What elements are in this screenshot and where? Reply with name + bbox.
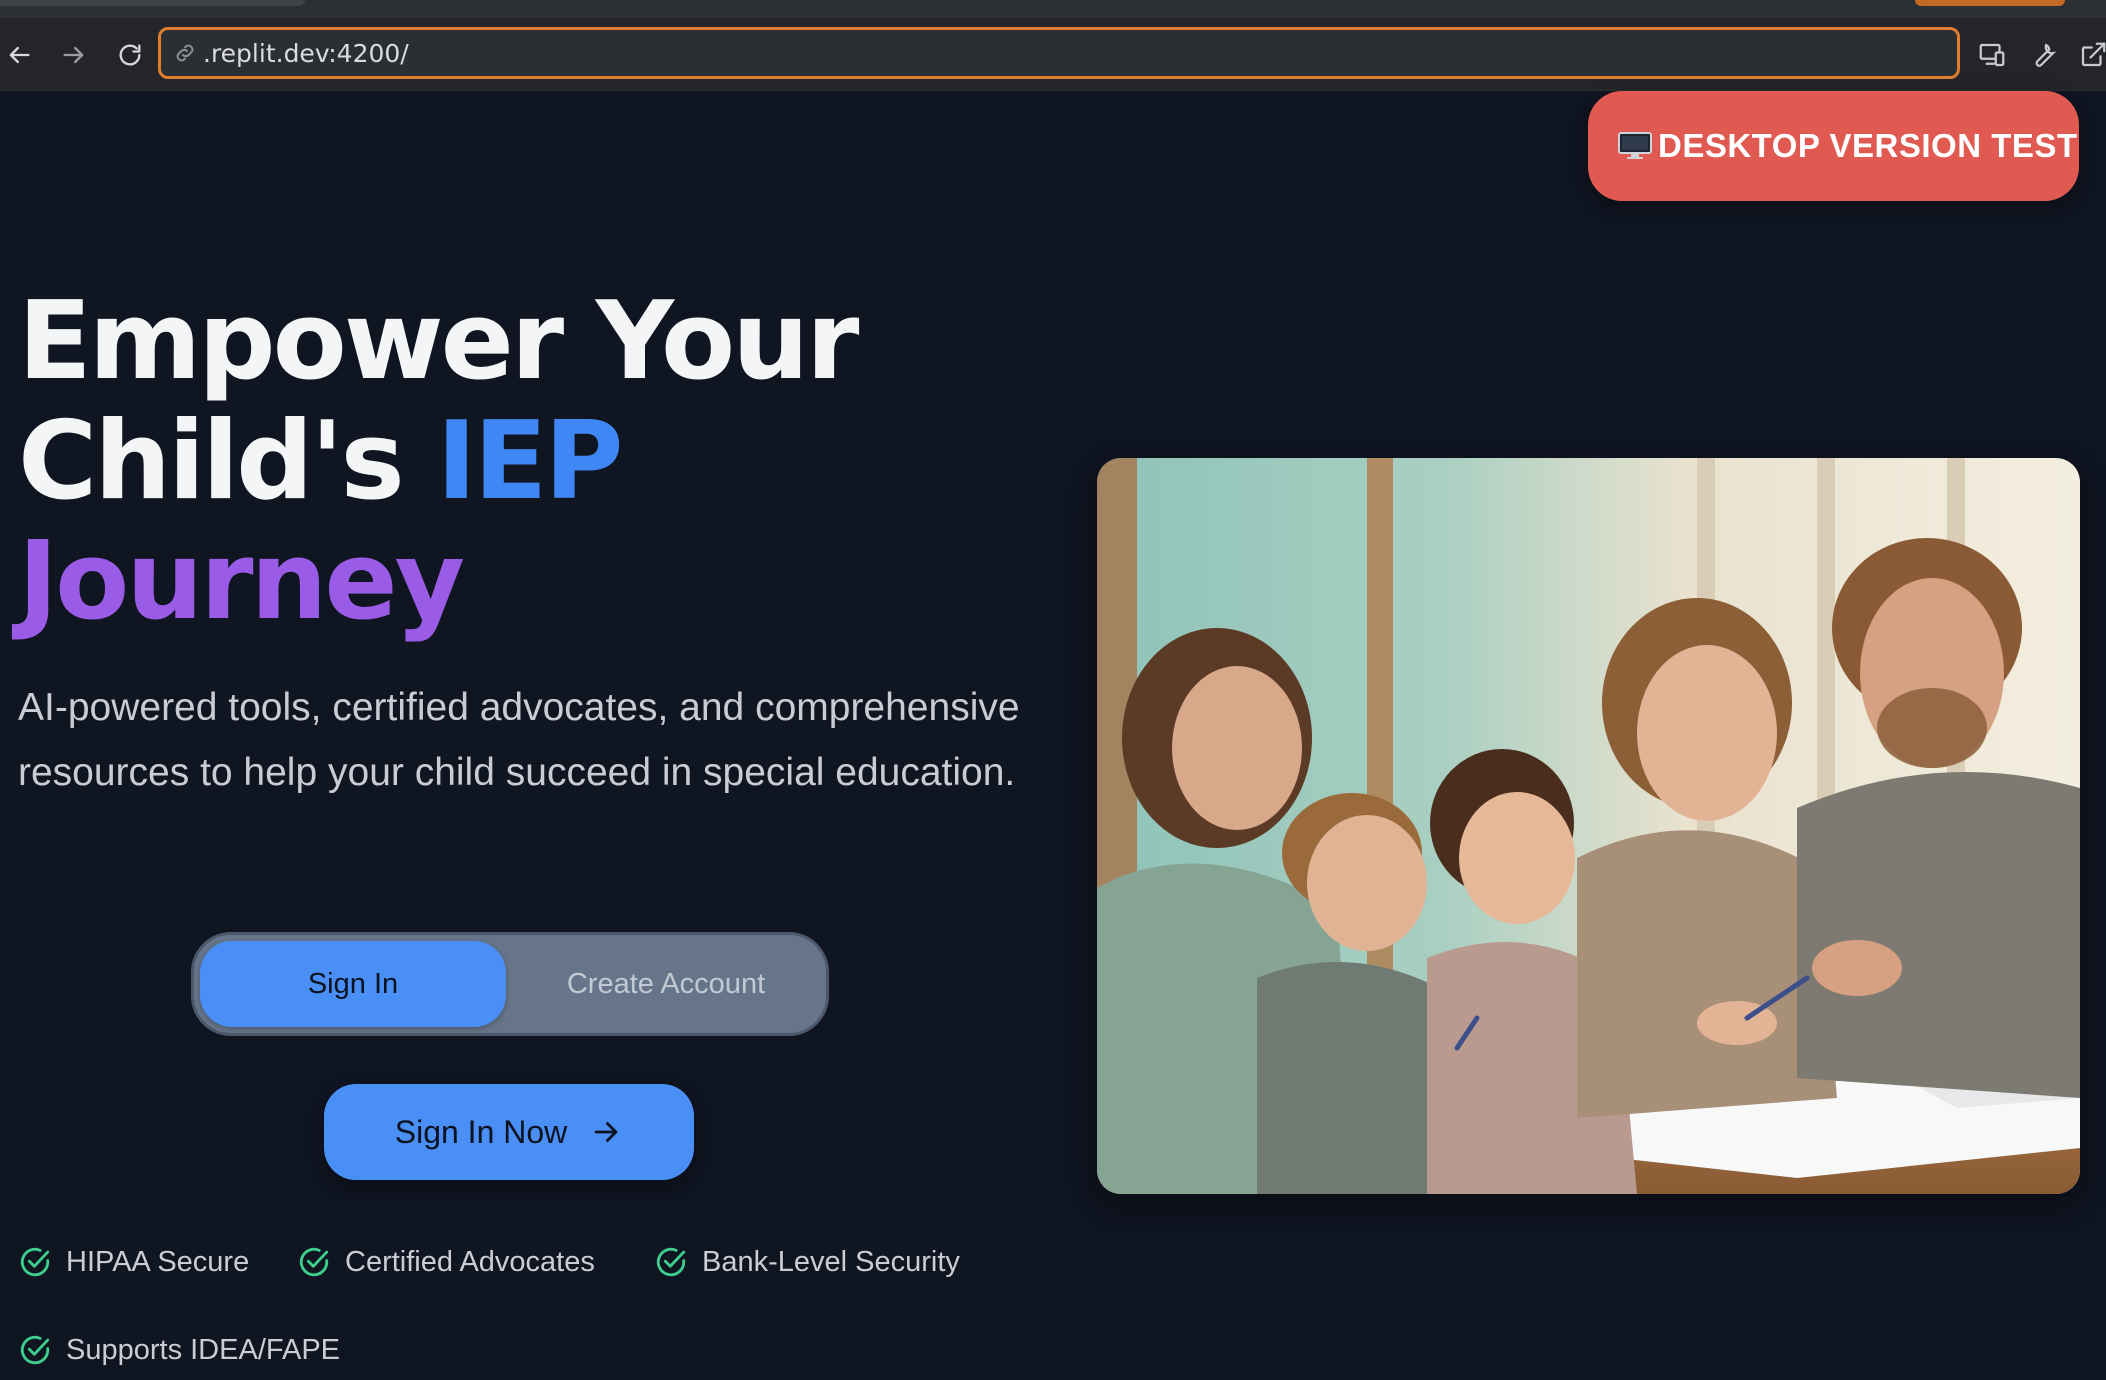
hero-subtitle: AI-powered tools, certified advocates, a… (18, 686, 1020, 794)
reload-icon (119, 44, 141, 66)
device-toggle-button[interactable] (1973, 36, 2011, 74)
wrench-icon (2035, 43, 2057, 67)
active-tab-edge[interactable] (0, 0, 305, 6)
forward-arrow-icon (63, 46, 84, 64)
devices-icon (1979, 43, 2005, 67)
arrow-right-icon (594, 1122, 618, 1142)
check-circle-icon (20, 1247, 50, 1277)
tab-create-account[interactable]: Create Account (512, 941, 820, 1027)
feature-hipaa: HIPAA Secure (18, 1245, 249, 1279)
browser-tab-strip (0, 0, 2106, 19)
check-circle-icon (20, 1335, 50, 1365)
hero-title-line-1: Empower Your (18, 279, 859, 404)
hero-title-childs: Child's (18, 399, 437, 524)
check-circle-icon (656, 1247, 686, 1277)
feature-label: Certified Advocates (345, 1245, 595, 1278)
tab-accent (1915, 0, 2065, 6)
auth-mode-toggle: Sign In Create Account (191, 932, 829, 1036)
feature-label: Supports IDEA/FAPE (66, 1333, 341, 1366)
devtools-button[interactable] (2024, 36, 2062, 74)
url-text[interactable]: .replit.dev:4200/ (203, 39, 409, 68)
feature-security: Bank-Level Security (654, 1245, 960, 1279)
feature-idea-fape: Supports IDEA/FAPE (18, 1333, 340, 1367)
link-icon (176, 44, 194, 62)
hero-title-journey: Journey (18, 519, 465, 644)
hero-title: Empower Your Child's IEP Journey (18, 279, 859, 644)
external-link-icon (2081, 42, 2106, 67)
feature-label: HIPAA Secure (66, 1245, 250, 1278)
family-illustration (1097, 458, 2080, 1194)
tab-sign-in[interactable]: Sign In (200, 941, 506, 1027)
hero-title-line-2: Child's IEP (18, 402, 856, 522)
open-external-button[interactable] (2074, 36, 2106, 74)
address-bar[interactable]: .replit.dev:4200/ (158, 27, 1960, 79)
badge-label: DESKTOP VERSION TEST (1658, 127, 2078, 164)
forward-button[interactable] (55, 36, 93, 74)
monitor-icon (1618, 132, 1652, 159)
back-button[interactable] (0, 36, 38, 74)
reload-button[interactable] (111, 36, 149, 74)
sign-in-now-label: Sign In Now (394, 1113, 568, 1150)
back-arrow-icon (9, 46, 30, 64)
family-photo (1097, 458, 2080, 1194)
hero-title-iep: IEP (436, 399, 623, 524)
check-circle-icon (299, 1247, 329, 1277)
feature-advocates: Certified Advocates (297, 1245, 595, 1279)
browser-toolbar: .replit.dev:4200/ (0, 18, 2106, 91)
desktop-version-badge: DESKTOP VERSION TEST (1588, 91, 2079, 201)
feature-label: Bank-Level Security (702, 1245, 960, 1278)
sign-in-now-button[interactable]: Sign In Now (324, 1084, 694, 1180)
